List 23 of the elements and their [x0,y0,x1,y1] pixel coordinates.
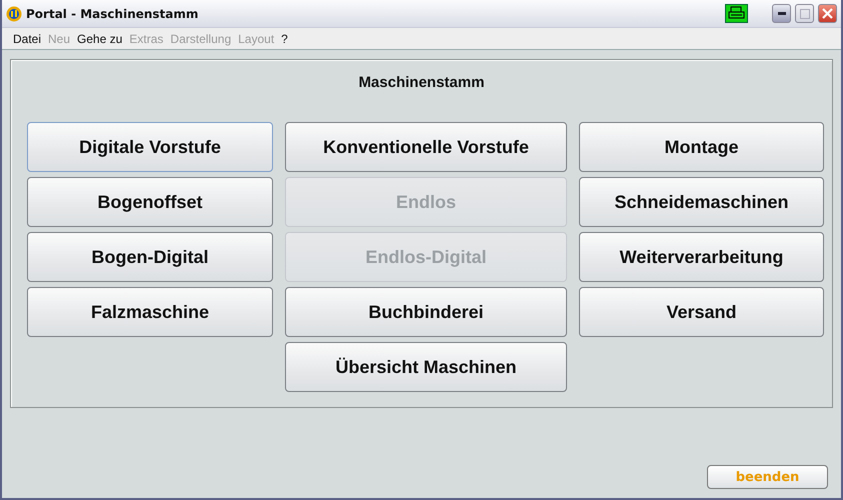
category-button[interactable]: Weiterverarbeitung [579,232,824,282]
maximize-icon [800,8,810,18]
panel-title: Maschinenstamm [358,74,484,91]
category-button[interactable]: Falzmaschine [27,287,273,337]
window-title: Portal - Maschinenstamm [26,6,200,20]
app-logo-icon [6,6,22,22]
category-button[interactable]: Konventionelle Vorstufe [285,122,567,172]
category-button[interactable]: Bogenoffset [27,177,273,227]
menu-item[interactable]: Gehe zu [77,32,122,46]
category-button[interactable]: Schneidemaschinen [579,177,824,227]
category-button[interactable]: Montage [579,122,824,172]
category-button[interactable]: Buchbinderei [285,287,567,337]
category-button[interactable]: Digitale Vorstufe [27,122,273,172]
printer-icon[interactable] [725,4,748,23]
minimize-button[interactable] [772,4,791,23]
menu-item[interactable]: Datei [13,32,42,46]
close-icon [822,8,833,19]
category-button[interactable]: Bogen-Digital [27,232,273,282]
category-button[interactable]: Versand [579,287,824,337]
close-button[interactable] [818,4,837,23]
category-button[interactable]: Übersicht Maschinen [285,342,567,392]
menu-item[interactable]: ? [281,32,288,46]
minimize-icon [778,12,786,16]
